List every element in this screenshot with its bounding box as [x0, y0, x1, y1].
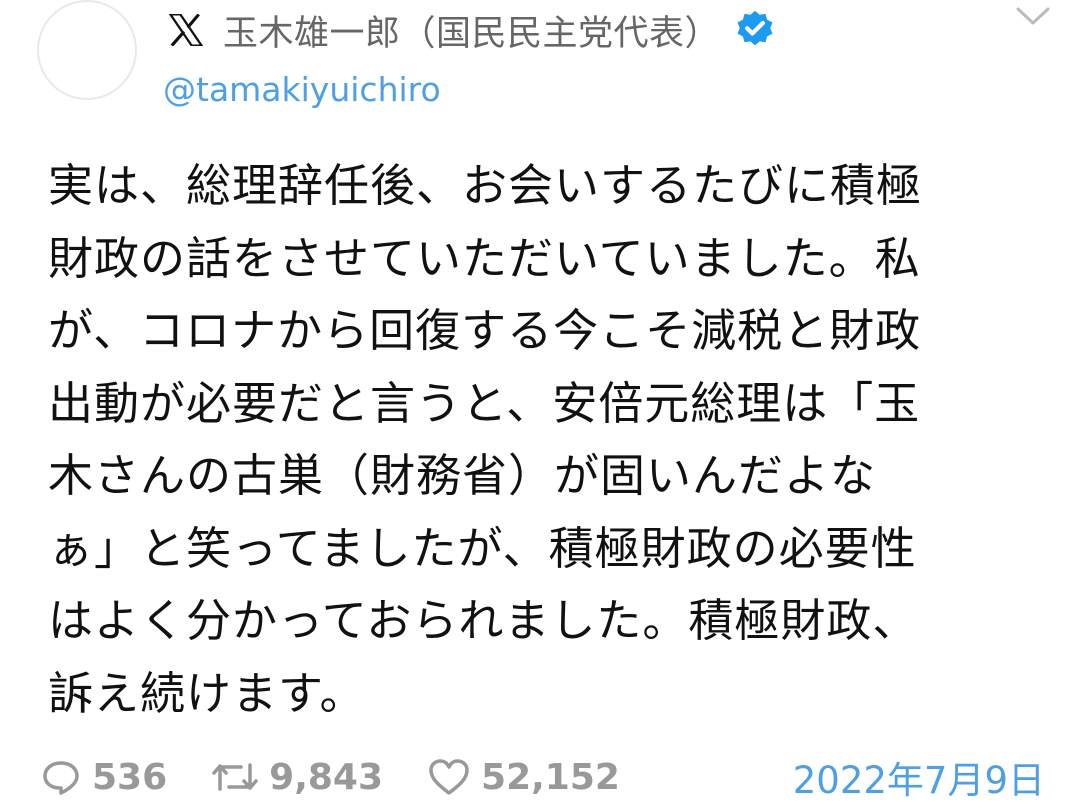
author-header: 玉木雄一郎（国民民主党代表） — [167, 2, 778, 58]
like-count: 52,152 — [481, 756, 620, 798]
reply-button[interactable]: 536 — [40, 757, 167, 798]
reply-count: 536 — [92, 756, 168, 798]
tweet-actions: 536 9,843 52,152 2022年7月9日 — [40, 752, 1045, 802]
x-logo-icon — [167, 11, 205, 49]
verified-badge-icon — [734, 8, 778, 52]
author-handle[interactable]: @tamakiyuichiro — [163, 70, 441, 109]
retweet-button[interactable]: 9,843 — [211, 757, 383, 798]
heart-icon — [429, 759, 469, 795]
author-name[interactable]: 玉木雄一郎（国民民主党代表） — [223, 5, 720, 56]
reply-icon — [43, 761, 79, 795]
chevron-down-icon[interactable] — [1012, 4, 1054, 28]
like-button[interactable]: 52,152 — [427, 757, 620, 798]
retweet-count: 9,843 — [269, 756, 384, 798]
avatar[interactable] — [37, 0, 137, 100]
tweet-date[interactable]: 2022年7月9日 — [793, 750, 1045, 804]
retweet-icon — [212, 763, 258, 791]
tweet-text: 実は、総理辞任後、お会いするたびに積極 財政の話をさせていただいていました。私 … — [48, 159, 923, 720]
